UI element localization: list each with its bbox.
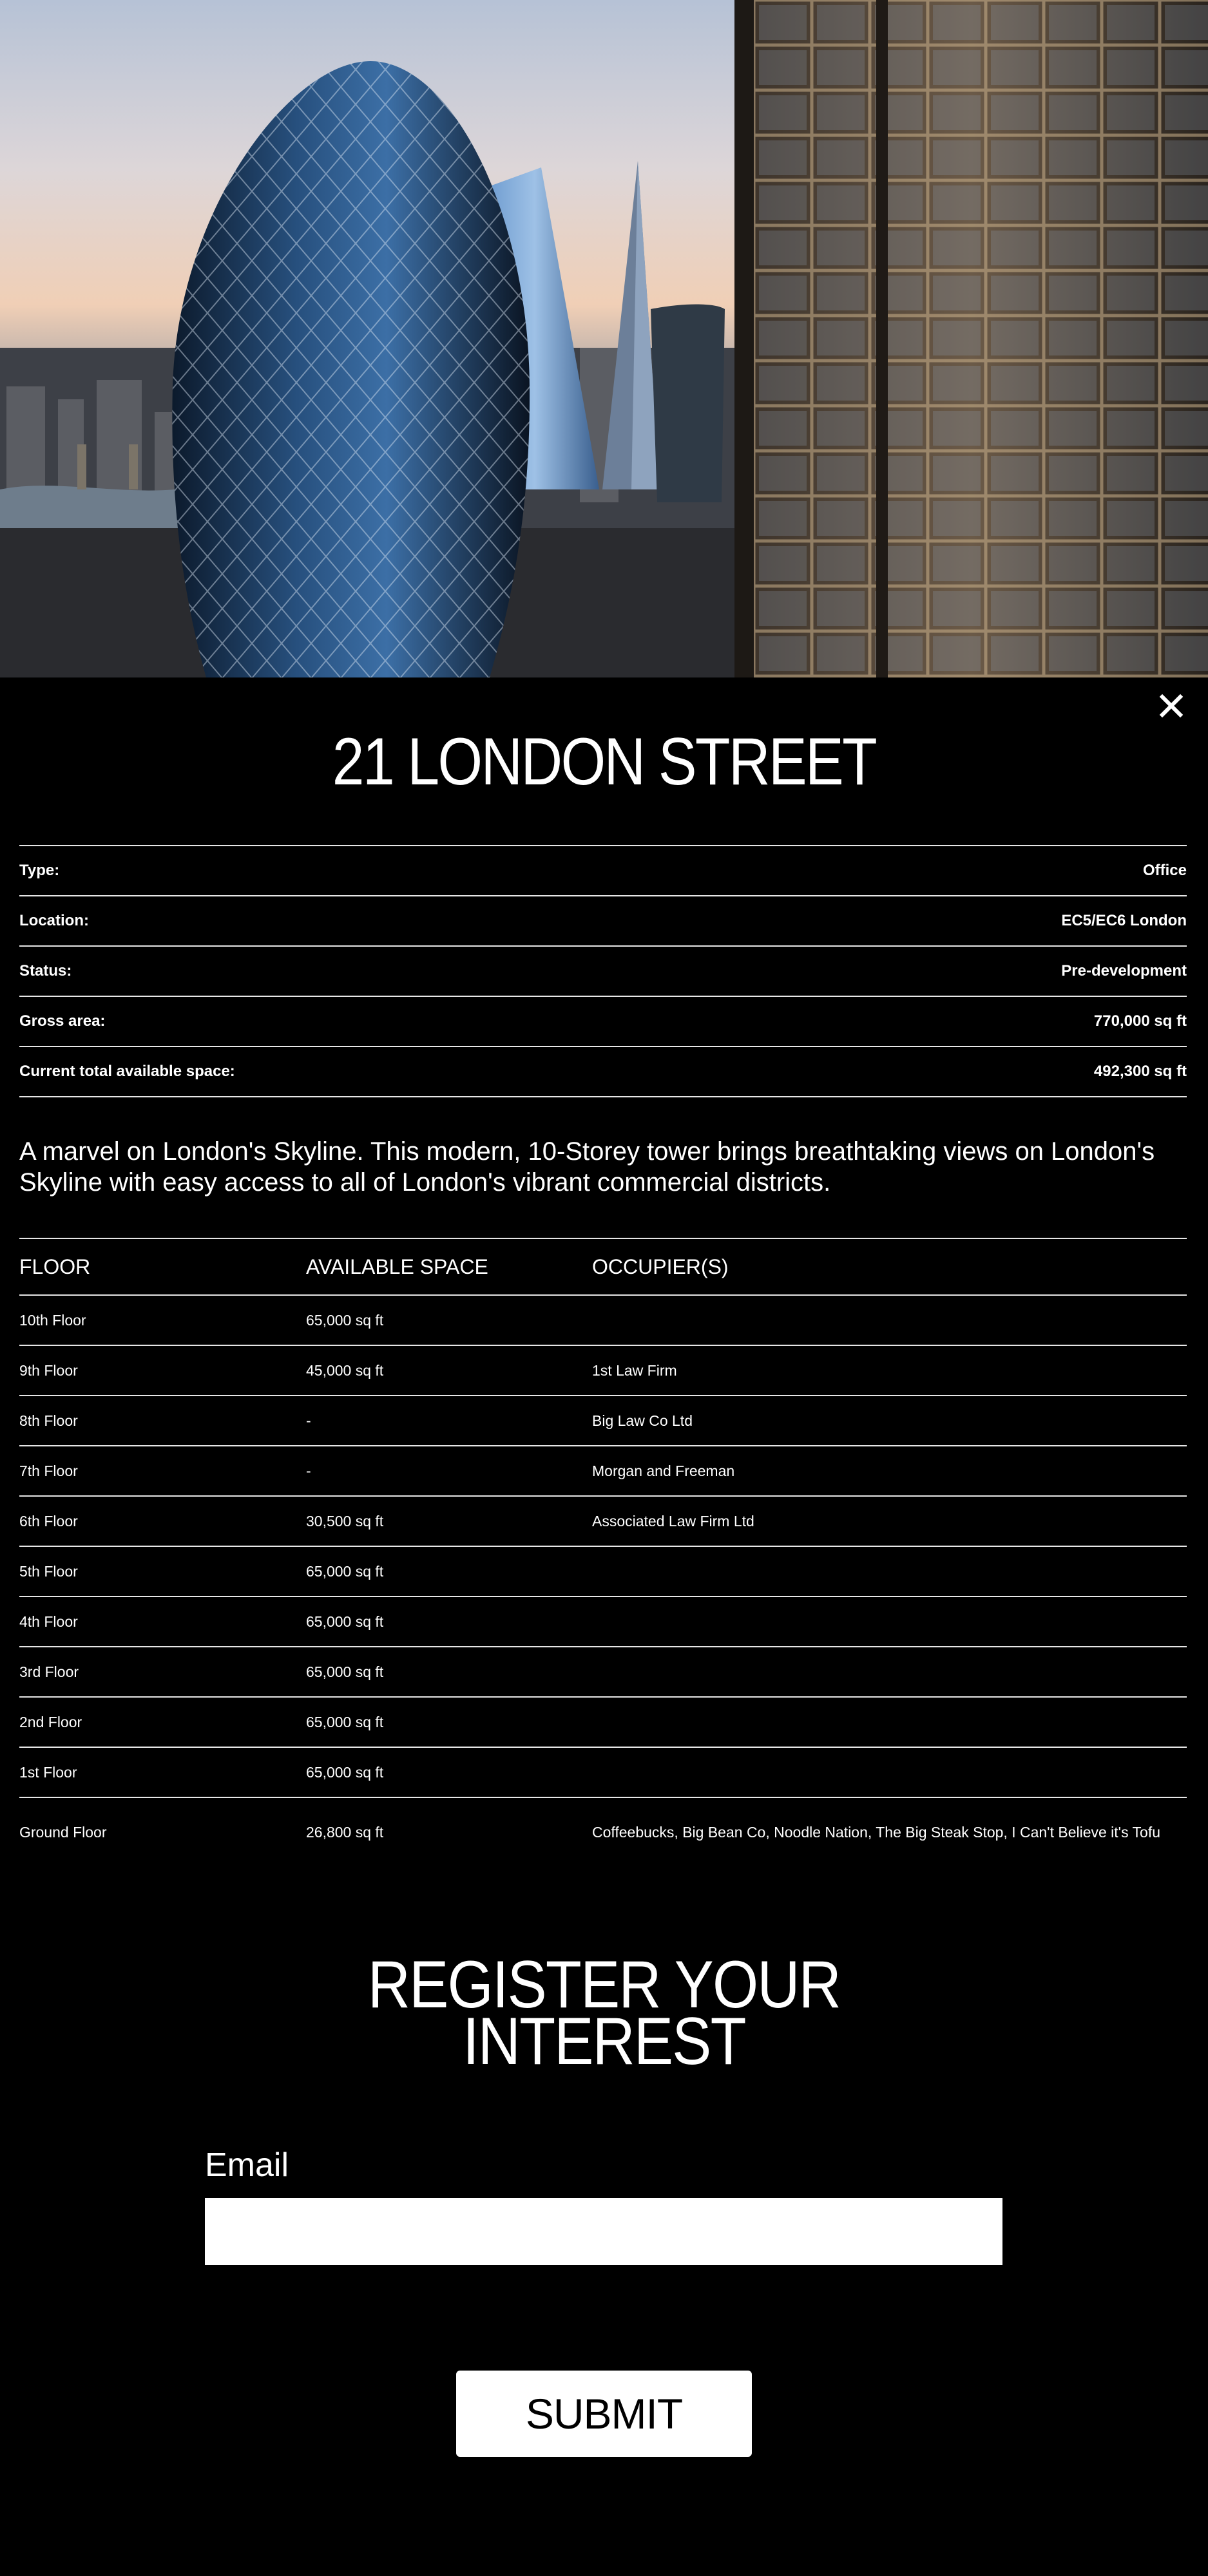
floor-name: 6th Floor [19, 1512, 78, 1530]
register-title: REGISTER YOUR INTEREST [73, 1951, 1136, 2079]
table-row: 8th Floor - Big Law Co Ltd [19, 1395, 1187, 1445]
header-occupiers: OCCUPIER(S) [592, 1255, 729, 1278]
detail-label: Type: [19, 862, 60, 879]
table-row: 4th Floor 65,000 sq ft [19, 1596, 1187, 1646]
floor-space: 65,000 sq ft [306, 1763, 384, 1781]
floors-table: FLOOR AVAILABLE SPACE OCCUPIER(S) 10th F… [19, 1238, 1187, 1866]
floor-space: - [306, 1412, 311, 1429]
floor-name: 9th Floor [19, 1361, 78, 1379]
table-row: 7th Floor - Morgan and Freeman [19, 1445, 1187, 1495]
floor-space: 65,000 sq ft [306, 1713, 384, 1730]
floor-occupiers: 1st Law Firm [592, 1362, 677, 1379]
floor-name: 4th Floor [19, 1613, 78, 1630]
close-button[interactable] [1153, 688, 1189, 724]
detail-value: EC5/EC6 London [1061, 912, 1187, 929]
floor-name: 2nd Floor [19, 1713, 82, 1730]
detail-label: Location: [19, 912, 89, 929]
detail-label: Gross area: [19, 1012, 106, 1030]
property-title: 21 LONDON STREET [332, 724, 877, 799]
detail-value: Pre-development [1061, 962, 1187, 980]
detail-row-available-space: Current total available space: 492,300 s… [19, 1046, 1187, 1097]
floor-name: 7th Floor [19, 1462, 78, 1479]
detail-value: 492,300 sq ft [1093, 1063, 1187, 1080]
detail-value: 770,000 sq ft [1093, 1012, 1187, 1030]
table-row: 6th Floor 30,500 sq ft Associated Law Fi… [19, 1495, 1187, 1546]
floor-space: 45,000 sq ft [306, 1361, 384, 1379]
detail-value: Office [1142, 862, 1187, 879]
floor-occupiers: Big Law Co Ltd [592, 1412, 693, 1429]
detail-row-status: Status: Pre-development [19, 945, 1187, 996]
email-label: Email [205, 2146, 289, 2184]
floor-space: 65,000 sq ft [306, 1562, 384, 1580]
table-header: FLOOR AVAILABLE SPACE OCCUPIER(S) [19, 1238, 1187, 1294]
london-skyline-photo [0, 0, 1208, 677]
header-floor: FLOOR [19, 1255, 91, 1278]
table-row: 10th Floor 65,000 sq ft [19, 1294, 1187, 1345]
detail-row-gross-area: Gross area: 770,000 sq ft [19, 996, 1187, 1046]
header-available-space: AVAILABLE SPACE [306, 1255, 488, 1278]
table-row: 1st Floor 65,000 sq ft [19, 1747, 1187, 1797]
table-row: 2nd Floor 65,000 sq ft [19, 1696, 1187, 1747]
property-description: A marvel on London's Skyline. This moder… [19, 1137, 1155, 1197]
close-icon [1159, 694, 1184, 718]
email-field[interactable] [205, 2198, 1002, 2265]
floor-space: - [306, 1462, 311, 1479]
floor-occupiers: Coffeebucks, Big Bean Co, Noodle Nation,… [592, 1824, 1161, 1841]
floor-name: 8th Floor [19, 1412, 78, 1429]
hero-image [0, 0, 1208, 677]
table-row: 9th Floor 45,000 sq ft 1st Law Firm [19, 1345, 1187, 1395]
table-row: Ground Floor 26,800 sq ft Coffeebucks, B… [19, 1797, 1187, 1866]
property-details: Type: Office Location: EC5/EC6 London St… [19, 845, 1187, 1097]
floor-space: 65,000 sq ft [306, 1663, 384, 1680]
floor-space: 65,000 sq ft [306, 1311, 384, 1329]
floor-space: 65,000 sq ft [306, 1613, 384, 1630]
table-row: 3rd Floor 65,000 sq ft [19, 1646, 1187, 1696]
floor-space: 30,500 sq ft [306, 1512, 384, 1530]
floor-name: 1st Floor [19, 1763, 77, 1781]
floor-name: 3rd Floor [19, 1663, 79, 1680]
detail-label: Status: [19, 962, 72, 980]
detail-row-type: Type: Office [19, 845, 1187, 895]
floor-name: Ground Floor [19, 1823, 107, 1841]
submit-button[interactable]: SUBMIT [456, 2371, 752, 2457]
floor-space: 26,800 sq ft [306, 1823, 384, 1841]
floor-name: 5th Floor [19, 1562, 78, 1580]
register-title-line2: INTEREST [463, 2004, 746, 2079]
table-row: 5th Floor 65,000 sq ft [19, 1546, 1187, 1596]
detail-label: Current total available space: [19, 1063, 235, 1080]
floor-name: 10th Floor [19, 1311, 86, 1329]
floor-occupiers: Morgan and Freeman [592, 1463, 735, 1479]
detail-row-location: Location: EC5/EC6 London [19, 895, 1187, 945]
floor-occupiers: Associated Law Firm Ltd [592, 1513, 754, 1530]
